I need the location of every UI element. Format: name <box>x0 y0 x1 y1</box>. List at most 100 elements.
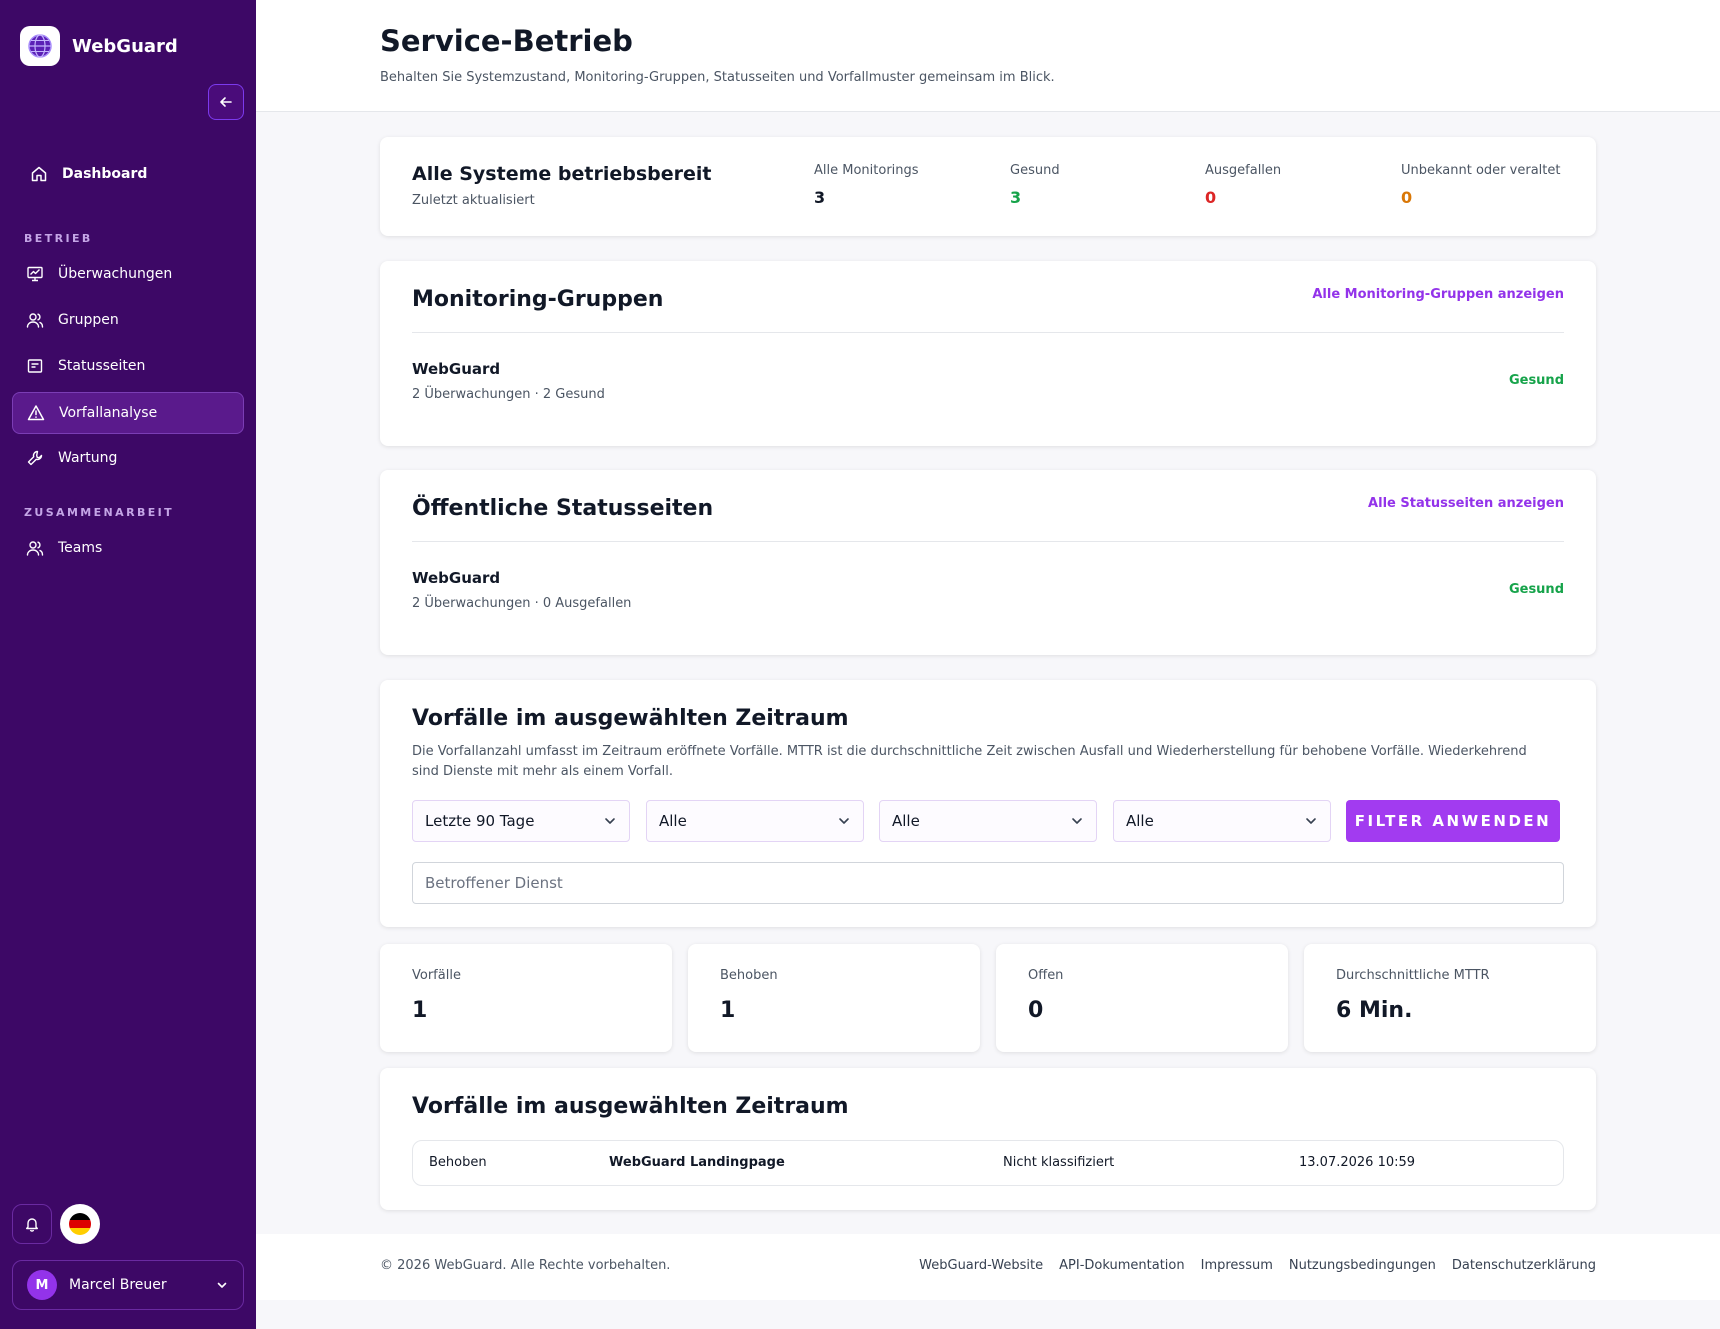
webguard-logo-icon <box>20 26 60 66</box>
incident-classification: Nicht klassifiziert <box>1003 1155 1115 1170</box>
sidebar-item-statuspages[interactable]: Statusseiten <box>12 345 244 387</box>
system-status-title: Alle Systeme betriebsbereit <box>412 163 712 185</box>
page-header: Service-Betrieb Behalten Sie Systemzusta… <box>256 0 1720 112</box>
sidebar-item-teams[interactable]: Teams <box>12 527 244 569</box>
stat-down: Ausgefallen 0 <box>1205 163 1281 207</box>
language-switch-button[interactable] <box>60 1204 100 1244</box>
incident-filter-description: Die Vorfallanzahl umfasst im Zeitraum er… <box>412 744 1527 779</box>
show-all-groups-link[interactable]: Alle Monitoring-Gruppen anzeigen <box>1312 287 1564 302</box>
brand[interactable]: WebGuard <box>20 26 178 66</box>
footer-link-terms[interactable]: Nutzungsbedingungen <box>1289 1258 1436 1273</box>
kpi-incidents: Vorfälle 1 <box>380 944 672 1052</box>
stat-healthy: Gesund 3 <box>1010 163 1060 207</box>
chevron-down-icon <box>1072 818 1082 824</box>
stat-label: Gesund <box>1010 163 1060 178</box>
incident-time: 13.07.2026 10:59 <box>1299 1155 1416 1170</box>
monitoring-groups-title: Monitoring-Gruppen <box>412 287 664 312</box>
user-name: Marcel Breuer <box>69 1277 167 1293</box>
sidebar-item-label: Wartung <box>58 450 118 466</box>
incident-list-title: Vorfälle im ausgewählten Zeitraum <box>412 1094 849 1119</box>
page-subtitle: Behalten Sie Systemzustand, Monitoring-G… <box>380 70 1055 85</box>
sidebar-item-label: Teams <box>58 540 103 556</box>
bell-icon <box>26 1218 38 1232</box>
group-meta: 2 Überwachungen · 2 Gesund <box>412 387 605 402</box>
nav-section-collaboration: ZUSAMMENARBEIT <box>24 506 175 519</box>
sidebar-item-maintenance[interactable]: Wartung <box>12 437 244 479</box>
nav-section-betrieb: BETRIEB <box>24 232 93 245</box>
users-icon <box>26 311 44 329</box>
filter-select-2[interactable]: Alle <box>646 800 864 842</box>
sidebar-item-incident-analysis[interactable]: Vorfallanalyse <box>12 392 244 434</box>
copyright: © 2026 WebGuard. Alle Rechte vorbehalten… <box>380 1258 671 1273</box>
page-icon <box>26 357 44 375</box>
stat-label: Alle Monitorings <box>814 163 919 178</box>
statuspage-name[interactable]: WebGuard <box>412 569 500 587</box>
filter-select-3[interactable]: Alle <box>879 800 1097 842</box>
incident-service: WebGuard Landingpage <box>609 1155 785 1170</box>
group-name[interactable]: WebGuard <box>412 360 500 378</box>
footer-link-api-docs[interactable]: API-Dokumentation <box>1059 1258 1184 1273</box>
user-menu[interactable]: M Marcel Breuer <box>12 1260 244 1310</box>
kpi-label: Behoben <box>720 968 778 983</box>
period-select[interactable]: Letzte 90 Tage <box>412 800 630 842</box>
kpi-label: Durchschnittliche MTTR <box>1336 968 1490 983</box>
sidebar-item-label: Dashboard <box>62 166 148 182</box>
footer-link-imprint[interactable]: Impressum <box>1201 1258 1273 1273</box>
brand-name: WebGuard <box>72 35 178 57</box>
arrow-left-icon <box>220 97 232 107</box>
sidebar-item-groups[interactable]: Gruppen <box>12 299 244 341</box>
status-badge: Gesund <box>1508 373 1564 388</box>
statuspage-meta: 2 Überwachungen · 0 Ausgefallen <box>412 596 632 611</box>
table-row[interactable]: Behoben WebGuard Landingpage Nicht klass… <box>412 1140 1564 1186</box>
status-pages-title: Öffentliche Statusseiten <box>412 496 714 521</box>
status-badge: Gesund <box>1508 582 1564 597</box>
divider <box>412 541 1564 542</box>
sidebar-item-label: Vorfallanalyse <box>59 405 158 421</box>
kpi-open: Offen 0 <box>996 944 1288 1052</box>
select-value: Alle <box>1126 812 1154 830</box>
avatar: M <box>27 1270 57 1300</box>
notifications-button[interactable] <box>12 1204 52 1244</box>
incident-filter-title: Vorfälle im ausgewählten Zeitraum <box>412 706 849 731</box>
sidebar-item-label: Statusseiten <box>58 358 146 374</box>
stat-label: Ausgefallen <box>1205 163 1282 178</box>
kpi-value: 1 <box>720 998 736 1023</box>
incident-status: Behoben <box>429 1155 487 1170</box>
show-all-statuspages-link[interactable]: Alle Statusseiten anzeigen <box>1368 496 1564 511</box>
footer-link-website[interactable]: WebGuard-Website <box>919 1258 1043 1273</box>
divider <box>412 332 1564 333</box>
last-updated-label: Zuletzt aktualisiert <box>412 193 535 208</box>
chevron-down-icon <box>217 1282 227 1288</box>
wrench-icon <box>26 449 44 467</box>
kpi-label: Offen <box>1028 968 1064 983</box>
kpi-resolved: Behoben 1 <box>688 944 980 1052</box>
stat-unknown: Unbekannt oder veraltet 0 <box>1401 163 1560 207</box>
kpi-label: Vorfälle <box>412 968 461 983</box>
sidebar-item-dashboard[interactable]: Dashboard <box>16 153 248 195</box>
filter-select-4[interactable]: Alle <box>1113 800 1331 842</box>
german-flag-icon <box>69 1213 91 1235</box>
sidebar-item-label: Überwachungen <box>58 266 173 282</box>
chart-monitor-icon <box>26 265 44 283</box>
kpi-value: 6 Min. <box>1336 998 1413 1023</box>
warning-triangle-icon <box>27 404 45 422</box>
monitoring-groups-card: Monitoring-Gruppen Alle Monitoring-Grupp… <box>380 261 1596 446</box>
select-value: Letzte 90 Tage <box>425 812 535 830</box>
stat-value: 3 <box>814 188 826 207</box>
sidebar-item-monitorings[interactable]: Überwachungen <box>12 253 244 295</box>
apply-filter-button[interactable]: FILTER ANWENDEN <box>1346 800 1560 842</box>
system-summary-card: Alle Systeme betriebsbereit Zuletzt aktu… <box>380 137 1596 236</box>
page-title: Service-Betrieb <box>380 24 633 58</box>
stat-value: 3 <box>1010 188 1022 207</box>
stat-label: Unbekannt oder veraltet <box>1401 163 1561 178</box>
select-value: Alle <box>659 812 687 830</box>
footer-link-privacy[interactable]: Datenschutzerklärung <box>1452 1258 1596 1273</box>
home-icon <box>30 165 48 183</box>
affected-service-input[interactable] <box>412 862 1564 904</box>
stat-value: 0 <box>1205 188 1217 207</box>
kpi-value: 0 <box>1028 998 1044 1023</box>
kpi-value: 1 <box>412 998 428 1023</box>
stat-value: 0 <box>1401 188 1413 207</box>
collapse-sidebar-button[interactable] <box>208 84 244 120</box>
footer-links: WebGuard-Website API-Dokumentation Impre… <box>919 1258 1596 1273</box>
